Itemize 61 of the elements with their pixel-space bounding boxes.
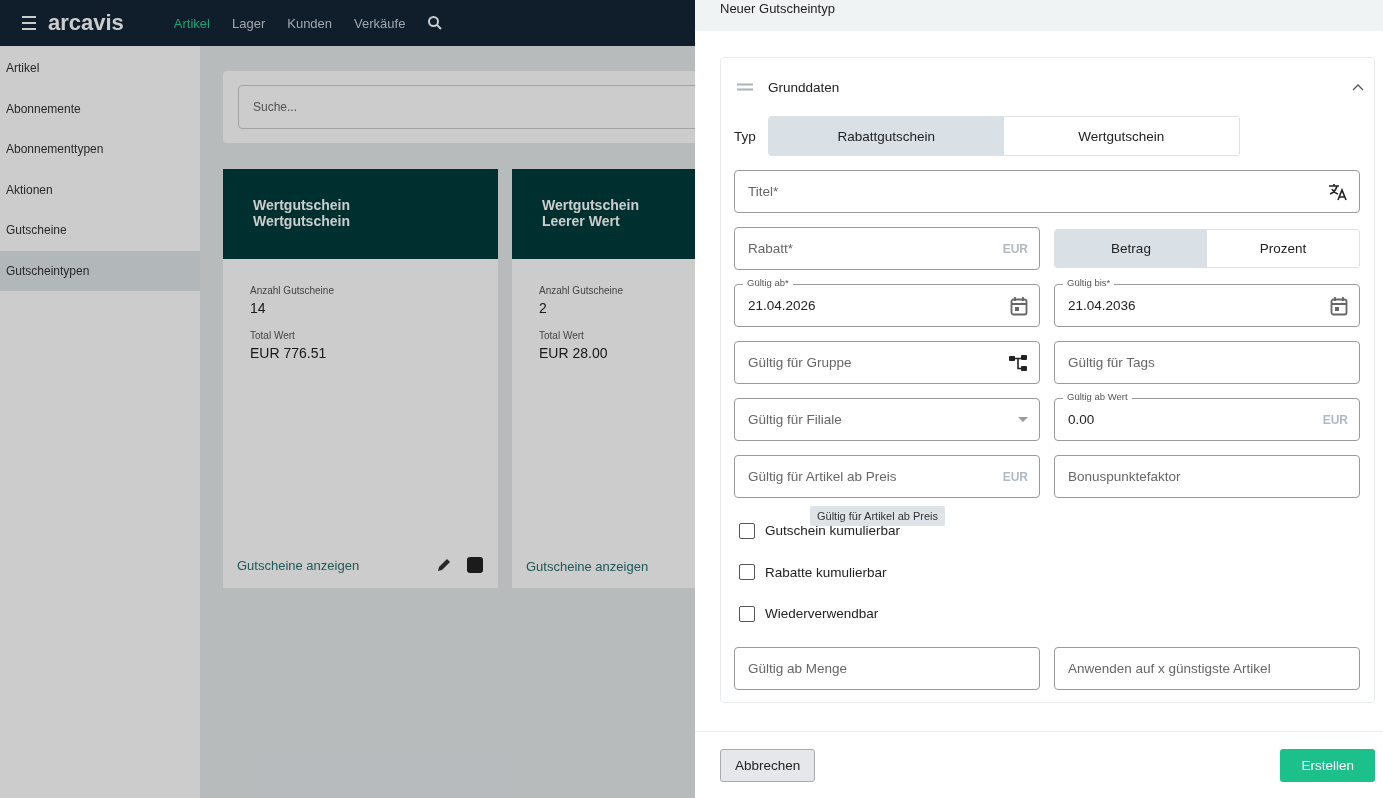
pencil-icon[interactable] [436,557,452,573]
stat-value: 2 [539,300,547,316]
currency-suffix: EUR [1002,241,1028,256]
sidebar-item[interactable]: Abonnemente [0,88,200,129]
field-label: Gültig bis* [1063,277,1115,288]
stat-value: 14 [250,300,266,316]
dropdown-caret-icon[interactable] [1018,417,1028,422]
calendar-icon[interactable] [1330,295,1348,316]
sidebar-item[interactable]: Artikel [0,48,200,89]
unit-toggle[interactable]: Betrag [1055,230,1207,267]
sidebar-item[interactable]: Abonnementtypen [0,129,200,170]
checkbox[interactable] [739,564,755,581]
currency-suffix: EUR [1002,469,1028,484]
input-field[interactable]: Anwenden auf x günstigste Artikel [1054,646,1360,690]
calendar-icon[interactable] [1010,295,1028,316]
card-title: Wertgutschein [253,213,350,229]
translate-icon[interactable] [1328,181,1348,202]
drag-handle-icon[interactable] [737,83,753,91]
input-field[interactable]: Gültig für Gruppe [734,341,1040,384]
input-field[interactable]: Titel* [734,170,1360,213]
stat-value: EUR 776.51 [250,345,327,361]
sidebar-item[interactable]: Aktionen [0,169,200,210]
stat-label: Anzahl Gutscheine [250,285,334,296]
card-title: Leerer Wert [542,213,620,229]
tooltip: Gültig für Artikel ab Preis [810,506,946,526]
nav-tab[interactable]: Verkäufe [354,15,406,31]
app-logo: arcavis [48,10,124,36]
card-title: Wertgutschein [253,197,350,213]
stat-label: Anzahl Gutscheine [539,285,623,296]
checkbox[interactable] [739,605,755,622]
stat-label: Total Wert [250,330,295,341]
menu-icon[interactable] [20,14,38,32]
input-field[interactable]: Gültig ab Menge [734,646,1040,690]
hierarchy-icon[interactable] [1008,353,1028,372]
section-title: Grunddaten [768,79,841,95]
stat-value: EUR 28.00 [539,345,608,361]
currency-suffix: EUR [1322,412,1348,427]
search-icon[interactable] [427,15,444,31]
field-label: Gültig ab Wert [1063,391,1132,402]
input-field[interactable]: Gültig für Tags [1054,341,1360,384]
input-field[interactable]: Bonuspunktefaktor [1054,455,1360,498]
nav-tab[interactable]: Kunden [287,15,333,31]
select-field[interactable]: Gültig für Filiale [734,398,1040,441]
chevron-up-icon[interactable] [1352,83,1364,91]
sidebar-item[interactable]: Gutscheintypen [0,250,200,291]
cancel-button[interactable]: Abbrechen [720,748,816,782]
show-vouchers-link[interactable]: Gutscheine anzeigen [526,559,649,574]
type-toggle[interactable]: Rabattgutschein [768,117,1004,155]
nav-tab[interactable]: Artikel [173,15,210,31]
checkbox-label: Wiederverwendbar [765,606,879,622]
card-title: Wertgutschein [542,197,639,213]
checkbox[interactable] [739,522,755,539]
sidebar-item[interactable]: Gutscheine [0,210,200,251]
type-label: Typ [734,128,756,144]
show-vouchers-link[interactable]: Gutscheine anzeigen [237,557,360,573]
dialog-title: Neuer Gutscheintyp [720,1,835,16]
checkbox-label: Rabatte kumulierbar [765,564,887,580]
checkbox-label: Gutschein kumulierbar [765,523,901,539]
stat-label: Total Wert [539,330,584,341]
field-label: Gültig ab* [743,277,793,288]
nav-tab[interactable]: Lager [232,15,266,31]
